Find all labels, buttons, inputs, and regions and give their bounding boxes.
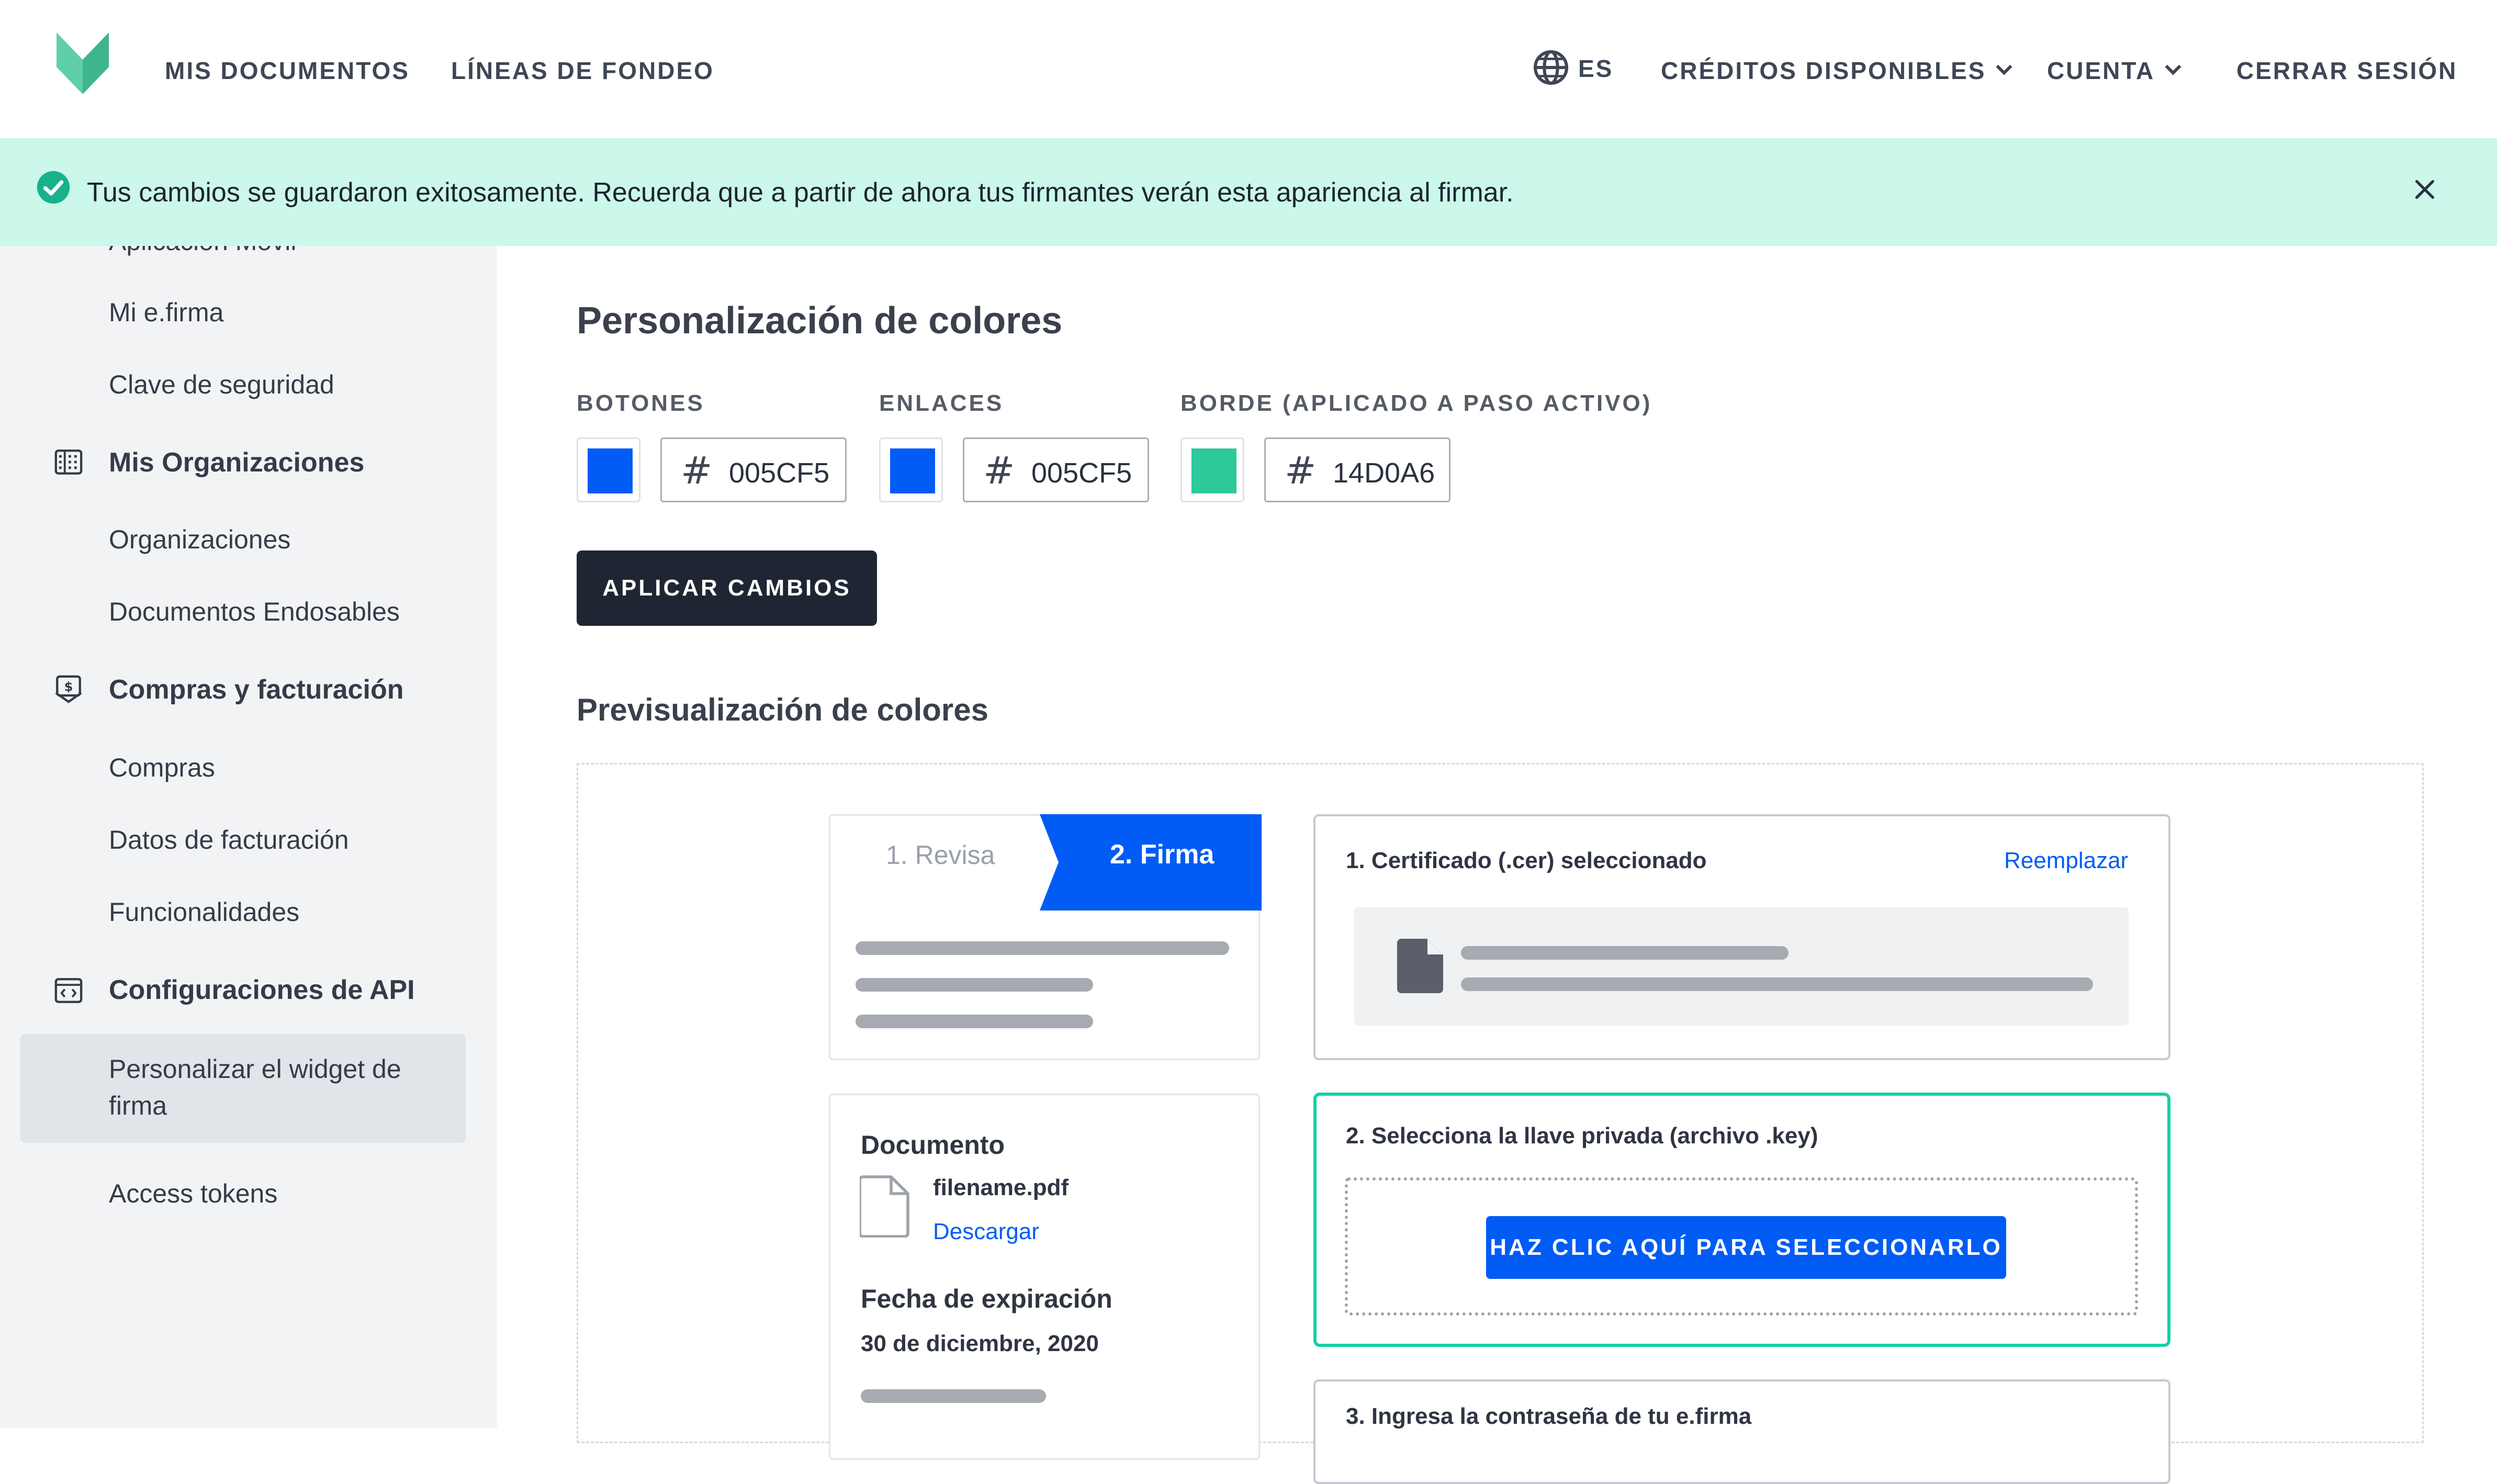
language-selector[interactable]: ES	[1578, 54, 1613, 83]
sidebar-item-personalizar-widget[interactable]: Personalizar el widget de firma	[20, 1034, 466, 1143]
account-dropdown[interactable]: CUENTA	[2047, 57, 2181, 85]
sidebar: Aplicación Móvil Mi e.firma Clave de seg…	[0, 246, 497, 1427]
apply-changes-button[interactable]: APLICAR CAMBIOS	[577, 550, 877, 626]
sidebar-item-documentos-endosables[interactable]: Documentos Endosables	[109, 597, 400, 627]
placeholder-bar	[1461, 977, 2093, 991]
hex-input-enlaces[interactable]: #005CF5	[963, 437, 1149, 502]
hash-icon: #	[983, 448, 1015, 492]
placeholder-bar	[856, 941, 1229, 955]
color-swatch-botones[interactable]	[577, 437, 640, 502]
color-swatch-enlaces[interactable]	[879, 437, 943, 502]
private-key-card: 2. Selecciona la llave privada (archivo …	[1313, 1093, 2170, 1347]
color-swatch-borde[interactable]	[1180, 437, 1244, 502]
sidebar-item-label: Personalizar el widget de firma	[109, 1054, 401, 1120]
download-link[interactable]: Descargar	[933, 1219, 1039, 1245]
sidebar-item-clave-seguridad[interactable]: Clave de seguridad	[109, 369, 334, 400]
sidebar-item-funcionalidades[interactable]: Funcionalidades	[109, 897, 299, 927]
password-card: 3. Ingresa la contraseña de tu e.firma	[1313, 1379, 2170, 1484]
color-label-enlaces: ENLACES	[879, 390, 1004, 416]
hash-icon: #	[681, 448, 713, 492]
sidebar-item-organizaciones[interactable]: Organizaciones	[109, 524, 290, 555]
sidebar-item-mi-efirma[interactable]: Mi e.firma	[109, 297, 223, 328]
hex-input-botones[interactable]: #005CF5	[660, 437, 847, 502]
certificate-file-box	[1354, 907, 2129, 1026]
top-navigation: MIS DOCUMENTOS LÍNEAS DE FONDEO ES CRÉDI…	[0, 0, 2497, 138]
credits-dropdown[interactable]: CRÉDITOS DISPONIBLES	[1661, 57, 2013, 85]
nav-link-lineas-de-fondeo[interactable]: LÍNEAS DE FONDEO	[451, 57, 714, 85]
api-code-icon	[54, 978, 83, 1003]
sidebar-item-compras[interactable]: Compras	[109, 752, 215, 783]
color-label-botones: BOTONES	[577, 390, 705, 416]
hash-icon: #	[1285, 448, 1317, 492]
chevron-down-icon	[1996, 59, 2013, 75]
color-label-borde: BORDE (APLICADO A PASO ACTIVO)	[1180, 390, 1652, 416]
svg-text:$: $	[64, 680, 73, 694]
placeholder-bar	[856, 978, 1093, 992]
placeholder-bar	[861, 1389, 1046, 1403]
brand-logo[interactable]	[57, 32, 109, 94]
credits-label: CRÉDITOS DISPONIBLES	[1661, 57, 1986, 84]
logout-link[interactable]: CERRAR SESIÓN	[2236, 57, 2457, 85]
steps-card: 1. Revisa 2. Firma	[829, 814, 1262, 1060]
sidebar-section-organizaciones[interactable]: Mis Organizaciones	[109, 447, 364, 478]
page-title: Personalización de colores	[577, 300, 1063, 342]
document-card: Documento filename.pdf Descargar Fecha d…	[829, 1094, 1260, 1460]
sidebar-item-access-tokens[interactable]: Access tokens	[109, 1178, 277, 1209]
file-drop-zone[interactable]: HAZ CLIC AQUÍ PARA SELECCIONARLO	[1345, 1177, 2138, 1316]
password-title: 3. Ingresa la contraseña de tu e.firma	[1346, 1403, 1752, 1429]
close-icon[interactable]	[2413, 178, 2436, 201]
expiry-date: 30 de diciembre, 2020	[861, 1331, 1099, 1356]
sidebar-item-aplicacion-movil[interactable]: Aplicación Móvil	[109, 246, 296, 256]
sidebar-section-api[interactable]: Configuraciones de API	[109, 974, 415, 1006]
account-label: CUENTA	[2047, 57, 2155, 84]
private-key-title: 2. Selecciona la llave privada (archivo …	[1346, 1123, 1818, 1149]
replace-link[interactable]: Reemplazar	[2004, 848, 2128, 874]
step-revisa[interactable]: 1. Revisa	[886, 840, 995, 870]
file-icon	[1397, 939, 1443, 993]
certificate-title: 1. Certificado (.cer) seleccionado	[1346, 848, 1707, 873]
step-firma[interactable]: 2. Firma	[1110, 839, 1214, 870]
placeholder-bar	[1461, 946, 1789, 960]
banner-message: Tus cambios se guardaron exitosamente. R…	[87, 177, 1514, 208]
globe-icon[interactable]	[1532, 49, 1570, 86]
preview-title: Previsualización de colores	[577, 692, 989, 727]
certificate-card: 1. Certificado (.cer) seleccionado Reemp…	[1313, 814, 2170, 1060]
document-icon	[860, 1175, 909, 1238]
hex-input-borde[interactable]: #14D0A6	[1264, 437, 1450, 502]
check-circle-icon	[37, 171, 70, 204]
expiry-label: Fecha de expiración	[861, 1284, 1112, 1313]
success-banner: Tus cambios se guardaron exitosamente. R…	[0, 138, 2497, 246]
building-icon	[54, 449, 83, 475]
billing-icon: $	[55, 675, 82, 703]
sidebar-item-datos-facturacion[interactable]: Datos de facturación	[109, 825, 349, 855]
placeholder-bar	[856, 1015, 1093, 1028]
select-file-button[interactable]: HAZ CLIC AQUÍ PARA SELECCIONARLO	[1486, 1216, 2006, 1279]
nav-link-mis-documentos[interactable]: MIS DOCUMENTOS	[165, 57, 410, 85]
sidebar-section-compras[interactable]: Compras y facturación	[109, 674, 404, 705]
document-label: Documento	[861, 1130, 1005, 1160]
document-filename: filename.pdf	[933, 1175, 1069, 1200]
chevron-down-icon	[2165, 59, 2181, 75]
